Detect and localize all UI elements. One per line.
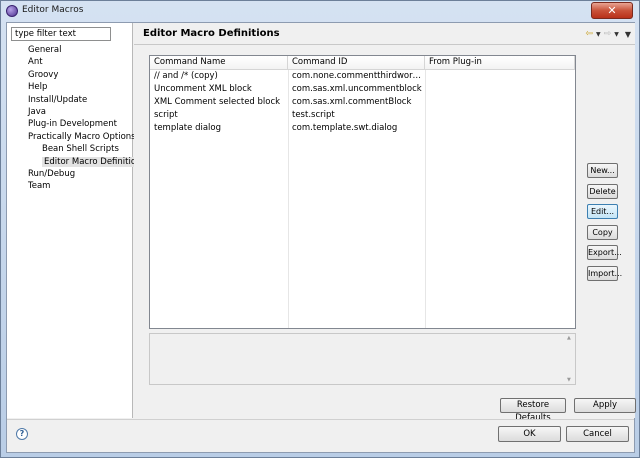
close-button[interactable]: ✕ [591,2,633,19]
table-body: // and /* (copy) com.none.commentthirdwor… [150,70,575,135]
cell-command-id: com.template.swt.dialog [292,123,398,133]
table-row[interactable]: script test.script [150,109,575,122]
page-header: Editor Macro Definitions ⇦ ▼ ⇨ ▼ ▼ [134,23,635,45]
forward-arrow-icon[interactable]: ⇨ [604,29,612,39]
filter-input[interactable]: type filter text [11,27,111,41]
description-scrollbar[interactable]: ▲ ▼ [565,334,575,384]
history-navigation: ⇦ ▼ ⇨ ▼ ▼ [586,29,632,39]
tree-item-label: Team [28,181,51,192]
cell-command-name: XML Comment selected block [154,97,281,107]
back-dropdown-icon[interactable]: ▼ [596,31,601,38]
cell-command-id: com.sas.xml.uncommentblock [292,84,422,94]
view-menu-icon[interactable]: ▼ [625,30,631,39]
tree-item-label: Plug-in Development [28,119,118,130]
cell-command-name: Uncomment XML block [154,84,252,94]
column-divider [288,70,289,328]
tree-item-label: Ant [28,57,43,68]
cell-command-id: com.none.commentthirdword.co... [292,71,425,81]
tree-item[interactable]: Plug-in Development [7,118,133,130]
new-button[interactable]: New... [587,163,618,178]
cell-command-name: // and /* (copy) [154,71,218,81]
cell-from-plugin [425,109,575,122]
tree-item[interactable]: General [7,44,133,56]
delete-button[interactable]: Delete [587,183,618,199]
cell-command-id: com.sas.xml.commentBlock [292,97,412,107]
table-header: Command Name Command ID From Plug-in [150,56,575,70]
dialog-button-bar: ? OK Cancel [7,419,634,452]
tree-item-label: Bean Shell Scripts [42,144,119,155]
table-row[interactable]: // and /* (copy) com.none.commentthirdwor… [150,70,575,83]
preference-tree-pane: type filter text General Ant Groovy Help Ins… [7,23,148,418]
cell-from-plugin [425,96,575,109]
macro-table[interactable]: Command Name Command ID From Plug-in // … [149,55,576,329]
scroll-up-icon[interactable]: ▲ [567,335,571,341]
help-icon[interactable]: ? [16,428,28,440]
restore-defaults-button[interactable]: Restore Defaults [500,398,566,423]
cell-from-plugin [425,83,575,96]
tree-item-label: General [28,45,62,55]
preference-page: Editor Macro Definitions ⇦ ▼ ⇨ ▼ ▼ Comma… [134,23,636,423]
tree-item-label: Groovy [28,69,59,80]
description-area[interactable]: ▲ ▼ [149,333,576,385]
eclipse-icon [6,5,18,17]
page-title: Editor Macro Definitions [143,28,280,39]
tree-item[interactable]: Bean Shell Scripts [7,143,133,155]
scroll-down-icon[interactable]: ▼ [567,377,571,383]
cell-command-name: script [154,110,178,120]
tree-item-label: Install/Update [28,94,88,105]
edit-button[interactable]: Edit... [587,204,618,219]
forward-dropdown-icon[interactable]: ▼ [614,31,619,38]
tree-item[interactable]: Java [7,106,133,118]
preferences-window: Editor Macros ✕ type filter text General… [0,0,640,458]
tree-item[interactable]: Help [7,81,133,93]
tree-item-label: Practically Macro Options [28,131,136,142]
cancel-button[interactable]: Cancel [566,426,629,442]
preference-tree: General Ant Groovy Help Install/Update Java Pl… [7,44,148,193]
apply-button[interactable]: Apply [574,398,636,413]
export-button[interactable]: Export... [587,245,622,260]
tree-item[interactable]: Run/Debug [7,168,133,180]
tree-item[interactable]: Groovy [7,69,133,81]
tree-item-label: Run/Debug [28,168,76,179]
title-bar[interactable]: Editor Macros ✕ [1,1,639,21]
column-divider [425,70,426,328]
table-row[interactable]: XML Comment selected block com.sas.xml.co… [150,96,575,109]
tree-item[interactable]: Ant [7,56,133,68]
tree-item[interactable]: Install/Update [7,94,133,106]
import-button[interactable]: Import... [587,265,622,281]
back-arrow-icon[interactable]: ⇦ [586,29,594,39]
dialog-client-area: type filter text General Ant Groovy Help Ins… [6,22,636,453]
column-divider [575,70,576,328]
tree-item[interactable]: Editor Macro Definitions [7,156,148,168]
column-header-from-plugin[interactable]: From Plug-in [425,56,575,69]
table-action-buttons: New... Delete Edit... Copy Export... Imp… [587,163,622,286]
table-row[interactable]: template dialog com.template.swt.dialog [150,122,575,135]
tree-item-label: Help [28,82,48,93]
tree-item[interactable]: Team [7,180,133,192]
tree-item-label: Editor Macro Definitions [42,156,148,167]
cell-from-plugin [425,122,575,135]
table-row[interactable]: Uncomment XML block com.sas.xml.uncomment… [150,83,575,96]
cell-command-name: template dialog [154,123,221,133]
tree-item[interactable]: Practically Macro Options [7,131,136,143]
cell-from-plugin [425,70,575,83]
cell-command-id: test.script [292,110,335,120]
ok-button[interactable]: OK [498,426,561,442]
column-header-command-id[interactable]: Command ID [288,56,425,69]
column-header-command-name[interactable]: Command Name [150,56,288,69]
window-title: Editor Macros [22,5,84,15]
copy-button[interactable]: Copy [587,224,618,240]
tree-item-label: Java [28,106,46,117]
